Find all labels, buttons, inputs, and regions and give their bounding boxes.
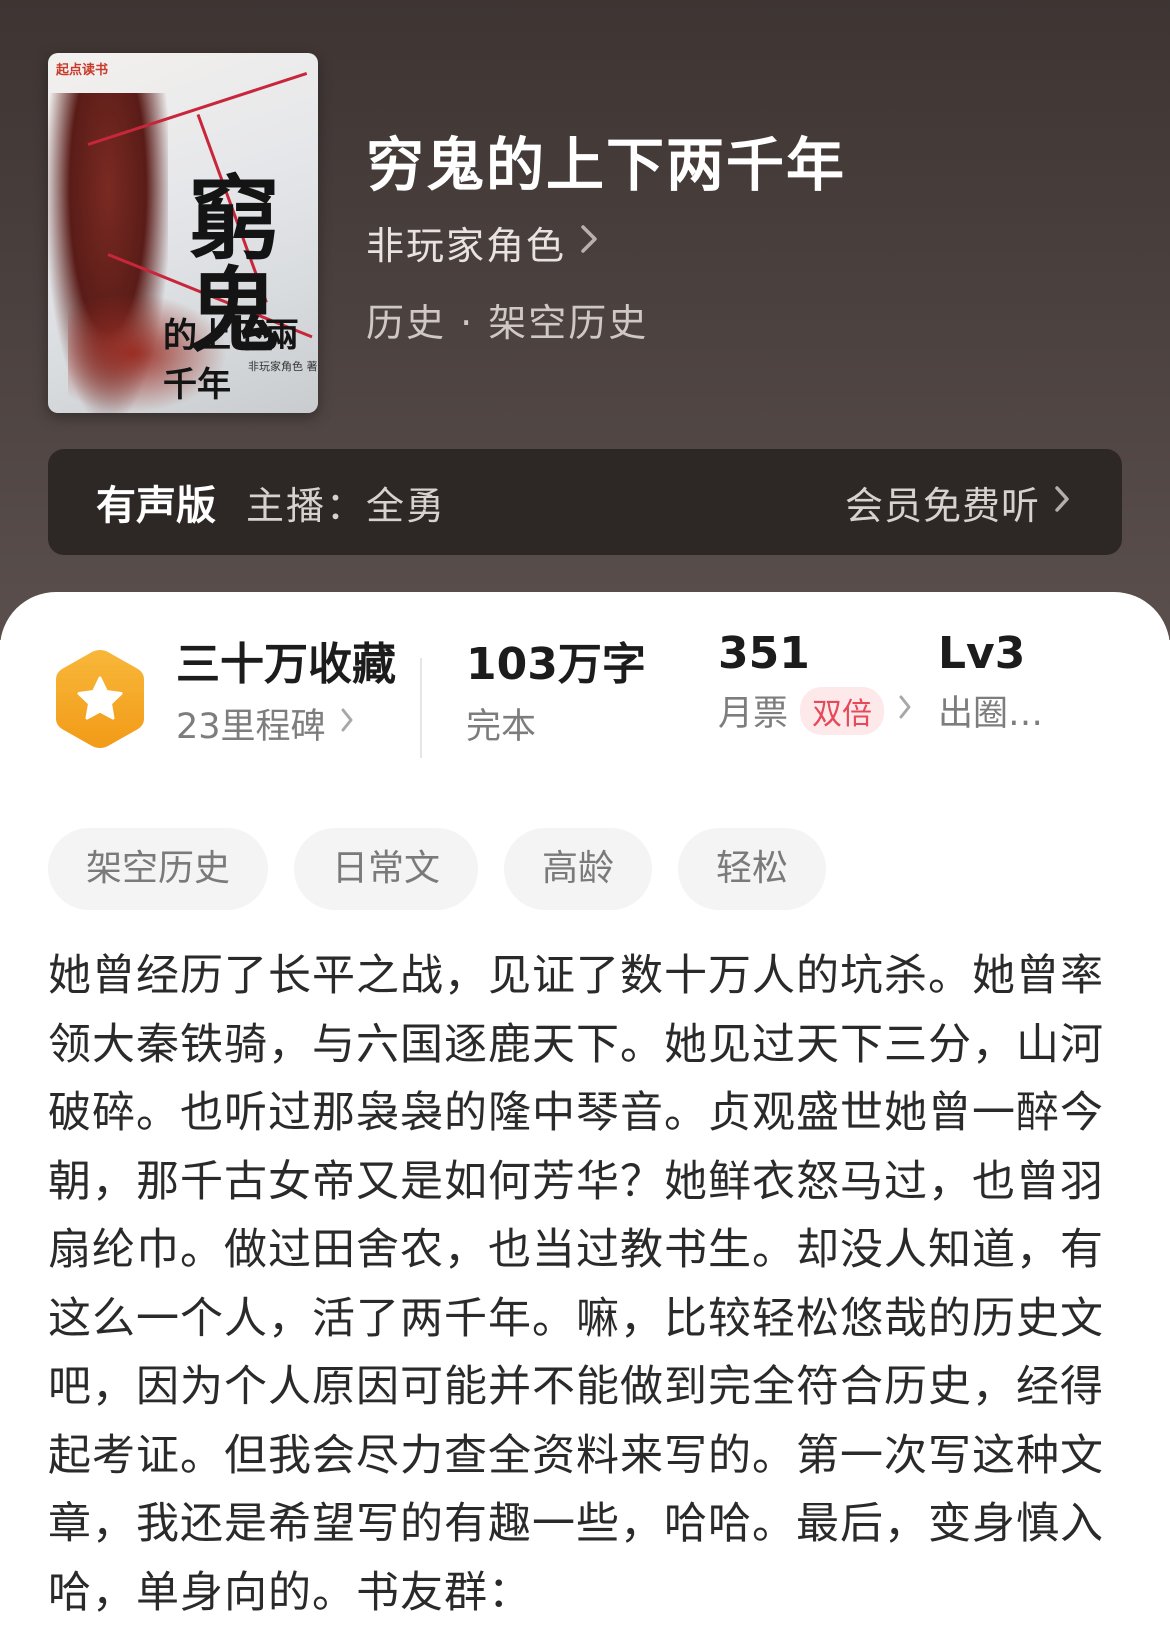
word-count: 103万字: [466, 639, 646, 690]
level-label: 出圈…: [938, 694, 1044, 734]
tag-chip[interactable]: 架空历史: [48, 828, 269, 910]
monthly-ticket-label: 月票: [718, 694, 789, 734]
chevron-right-icon: [580, 223, 598, 263]
cover-calligraphy-subtitle: 的上下兩千年: [163, 316, 299, 405]
book-category[interactable]: 历史 · 架空历史: [366, 292, 648, 347]
level-value: Lv3: [938, 628, 1026, 679]
stats-divider: [420, 658, 422, 758]
word-count-stat: 103万字 完本: [466, 628, 646, 749]
star-hexagon-badge-icon[interactable]: [52, 646, 148, 752]
monthly-ticket-count: 351: [718, 628, 810, 679]
milestones-link[interactable]: 23里程碑: [176, 698, 396, 749]
tag-chip[interactable]: 轻松: [678, 828, 827, 910]
milestones-label: 23里程碑: [176, 707, 326, 747]
author-link[interactable]: 非玩家角色: [366, 215, 598, 270]
audio-version-label: 有声版: [96, 483, 216, 529]
author-name: 非玩家角色: [366, 224, 567, 268]
chevron-right-icon: [898, 693, 912, 728]
tag-chip[interactable]: 高龄: [504, 828, 653, 910]
book-cover-image[interactable]: 起点读书 窮鬼 的上下兩千年 非玩家角色 著: [48, 53, 318, 413]
chevron-right-icon: [1054, 483, 1070, 521]
book-description[interactable]: 她曾经历了长平之战，见证了数十万人的坑杀。她曾率领大秦铁骑，与六国逐鹿天下。她见…: [48, 942, 1122, 1627]
double-ticket-badge: 双倍: [800, 686, 885, 735]
tag-list: 架空历史 日常文 高龄 轻松: [48, 828, 852, 910]
level-stat[interactable]: Lv3 出圈…: [938, 628, 1043, 736]
book-header: 起点读书 窮鬼 的上下兩千年 非玩家角色 著 穷鬼的上下两千年 非玩家角色 历史…: [0, 0, 1170, 640]
collections-count: 三十万收藏: [176, 639, 396, 690]
cover-brand-logo: 起点读书: [56, 63, 109, 78]
monthly-ticket-stat[interactable]: 351 月票 双倍: [718, 628, 912, 736]
audio-host: 主播：全勇: [246, 483, 447, 528]
chevron-right-icon: [340, 706, 354, 741]
tag-chip[interactable]: 日常文: [294, 828, 479, 910]
book-title: 穷鬼的上下两千年: [366, 131, 847, 199]
completion-status: 完本: [466, 707, 537, 747]
audio-version-bar[interactable]: 有声版 主播：全勇 会员免费听: [48, 449, 1122, 555]
member-free-listen-button[interactable]: 会员免费听: [845, 475, 1070, 530]
collections-stat[interactable]: 三十万收藏 23里程碑: [176, 628, 396, 749]
book-detail-panel: 三十万收藏 23里程碑 103万字 完本 351 月票 双倍 Lv3 出圈… 架…: [0, 592, 1170, 1640]
member-free-listen-label: 会员免费听: [844, 483, 1040, 528]
cover-author-seal: 非玩家角色 著: [248, 360, 318, 373]
